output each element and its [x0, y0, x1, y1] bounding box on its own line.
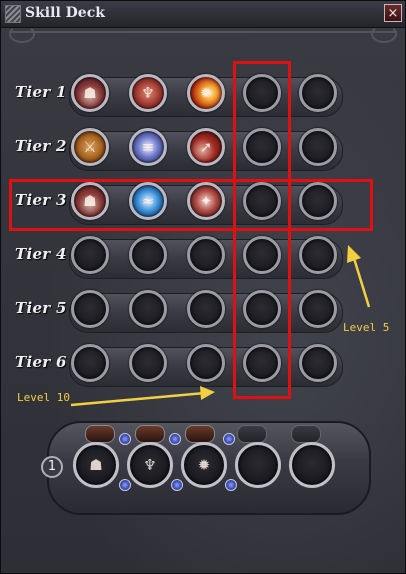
hotbar-mini-slot-4[interactable]	[237, 425, 267, 443]
window-title: Skill Deck	[25, 5, 105, 21]
ornament-curl-left	[9, 25, 35, 43]
close-button[interactable]: ×	[384, 4, 402, 22]
tier-row-2: Tier 2 ⚔ ≡ ➚	[1, 123, 405, 177]
hotbar-slot-2[interactable]: ♆	[127, 442, 173, 488]
tier-row-6: Tier 6	[1, 339, 405, 393]
tier-2-slot-2[interactable]: ≡	[129, 128, 167, 166]
tier-label: Tier 6	[15, 353, 67, 371]
tier-2-slot-5[interactable]	[299, 128, 337, 166]
hotbar-mini-slot-5[interactable]	[291, 425, 321, 443]
hotbar-slot-1[interactable]: ☗	[73, 442, 119, 488]
window-emblem-icon	[5, 5, 21, 23]
level-5-annotation: Level 5	[343, 321, 390, 334]
fire-burst-icon: ✹	[197, 456, 211, 474]
blades-icon: ≡	[141, 138, 155, 156]
tier-1-slot-1[interactable]: ☗	[71, 74, 109, 112]
tier-4-slot-2[interactable]	[129, 236, 167, 274]
hotbar-mini-slot-1[interactable]	[85, 425, 115, 443]
hood-icon: ☗	[83, 84, 97, 102]
hotbar-gem-icon	[119, 479, 131, 491]
arrow-icon: ➚	[199, 138, 213, 156]
tier-2-slot-3[interactable]: ➚	[187, 128, 225, 166]
tier-5-slot-5[interactable]	[299, 290, 337, 328]
hotbar-gem-icon	[223, 433, 235, 445]
hotbar-slot-5[interactable]	[289, 442, 335, 488]
tier-5-slot-2[interactable]	[129, 290, 167, 328]
tier-5-slot-1[interactable]	[71, 290, 109, 328]
hotbar-number[interactable]: 1	[41, 456, 63, 478]
tier-2-slot-1[interactable]: ⚔	[71, 128, 109, 166]
hotbar-mini-slot-3[interactable]	[185, 425, 215, 443]
tier-row-4: Tier 4	[1, 231, 405, 285]
tier-4-slot-5[interactable]	[299, 236, 337, 274]
tier-row-1: Tier 1 ☗ ♆ ✹	[1, 69, 405, 123]
tier-3-highlight-box	[9, 179, 373, 231]
level-10-arrow-line	[70, 391, 206, 407]
tier-6-slot-2[interactable]	[129, 344, 167, 382]
title-bar[interactable]: Skill Deck ×	[1, 1, 405, 28]
tier-6-slot-5[interactable]	[299, 344, 337, 382]
tier-4-slot-1[interactable]	[71, 236, 109, 274]
tier-6-slot-1[interactable]	[71, 344, 109, 382]
ornament-curl-right	[371, 25, 397, 43]
hotbar-mini-slot-2[interactable]	[135, 425, 165, 443]
tier-label: Tier 1	[15, 83, 67, 101]
tier-1-slot-5[interactable]	[299, 74, 337, 112]
tier-5-slot-3[interactable]	[187, 290, 225, 328]
tier-1-slot-3[interactable]: ✹	[187, 74, 225, 112]
level-10-annotation: Level 10	[17, 391, 70, 404]
fire-burst-icon: ✹	[199, 84, 213, 102]
tier-label: Tier 2	[15, 137, 67, 155]
hotbar-gem-icon	[169, 433, 181, 445]
hotbar-slot-3[interactable]: ✹	[181, 442, 227, 488]
torso-icon: ♆	[141, 84, 155, 102]
tier-6-slot-3[interactable]	[187, 344, 225, 382]
hotbar-gem-icon	[119, 433, 131, 445]
hood-icon: ☗	[89, 456, 103, 474]
tier-4-slot-3[interactable]	[187, 236, 225, 274]
tier-label: Tier 4	[15, 245, 67, 263]
tier-1-slot-2[interactable]: ♆	[129, 74, 167, 112]
hotbar-gem-icon	[225, 479, 237, 491]
torso-icon: ♆	[143, 456, 157, 474]
axe-icon: ⚔	[83, 138, 97, 156]
hotbar-gem-icon	[171, 479, 183, 491]
skill-deck-window: Skill Deck × Tier 1 ☗ ♆ ✹ Tier 2 ⚔ ≡ ➚ T…	[0, 0, 406, 574]
hotbar-slot-4[interactable]	[235, 442, 281, 488]
frame-ornament	[9, 25, 397, 45]
tier-label: Tier 5	[15, 299, 67, 317]
